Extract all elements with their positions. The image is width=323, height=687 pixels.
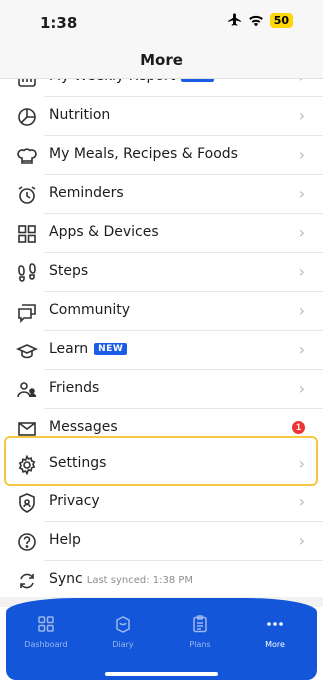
wifi-icon [248,15,264,27]
menu-item-label: Steps [49,263,89,279]
tab-label: More [265,640,285,649]
home-indicator[interactable] [105,672,218,676]
chevron-right-icon: › [298,531,305,550]
chevron-right-icon: › [298,106,305,125]
menu-item-reminders[interactable]: Reminders › [0,175,323,213]
menu-item-label: Learn NEW [49,341,128,357]
friends-icon [16,379,38,401]
menu-item-label: Nutrition [49,107,111,123]
menu-item-label: Messages [49,419,118,435]
tab-label: Diary [112,640,134,649]
navigation-header: More [0,44,323,79]
status-bar: 1:38 50 [0,0,323,44]
clipboard-icon [170,614,230,636]
sync-icon [16,570,38,592]
menu-item-label: Sync Last synced: 1:38 PM [49,571,194,587]
tab-label: Plans [189,640,211,649]
chat-icon [16,301,38,323]
chevron-right-icon: › [298,301,305,320]
menu-item-label: Privacy [49,493,100,509]
new-badge: NEW [94,343,128,355]
tab-plans[interactable]: Plans [170,614,230,649]
pie-chart-icon [16,106,38,128]
graduation-cap-icon [16,340,38,362]
menu-item-community[interactable]: Community › [0,292,323,330]
page-title: More [140,51,183,69]
more-dots-icon [245,614,305,636]
tab-more[interactable]: More [245,614,305,649]
menu-item-learn[interactable]: Learn NEW › [0,331,323,369]
diary-icon [93,614,153,636]
tab-dashboard[interactable]: Dashboard [16,614,76,649]
battery-indicator: 50 [269,13,293,28]
airplane-icon [227,13,242,28]
menu-item-sync[interactable]: Sync Last synced: 1:38 PM [0,561,323,599]
grid-icon [16,223,38,245]
tab-bar: Dashboard Diary Plans More [6,598,317,680]
chevron-right-icon: › [298,340,305,359]
menu-item-label: Reminders [49,185,124,201]
footprints-icon [16,262,38,284]
shield-icon [16,492,38,514]
menu-item-label: Help [49,532,81,548]
chevron-right-icon: › [298,184,305,203]
last-synced-text: Last synced: 1:38 PM [86,575,194,586]
menu-item-label: Apps & Devices [49,224,159,240]
tab-label: Dashboard [24,640,68,649]
status-time: 1:38 [40,14,78,32]
menu-item-label: Friends [49,380,100,396]
menu-item-nutrition[interactable]: Nutrition › [0,97,323,135]
notification-badge: 1 [292,421,305,434]
tab-diary[interactable]: Diary [93,614,153,649]
menu-item-label: Community [49,302,131,318]
chef-hat-icon [16,145,38,167]
chevron-right-icon: › [298,223,305,242]
menu-item-friends[interactable]: Friends › [0,370,323,408]
chevron-right-icon: › [298,262,305,281]
chevron-right-icon: › [298,145,305,164]
menu-item-meals[interactable]: My Meals, Recipes & Foods › [0,136,323,174]
menu-item-label: My Meals, Recipes & Foods [49,146,238,162]
menu-item-apps-devices[interactable]: Apps & Devices › [0,214,323,252]
chevron-right-icon: › [298,492,305,511]
help-icon [16,531,38,553]
dashboard-icon [16,614,76,636]
menu-item-steps[interactable]: Steps › [0,253,323,291]
chevron-right-icon: › [298,379,305,398]
status-icons: 50 [227,13,293,28]
menu-item-help[interactable]: Help › [0,522,323,560]
settings-highlight-box [4,436,318,486]
menu-item-privacy[interactable]: Privacy › [0,483,323,521]
alarm-clock-icon [16,184,38,206]
